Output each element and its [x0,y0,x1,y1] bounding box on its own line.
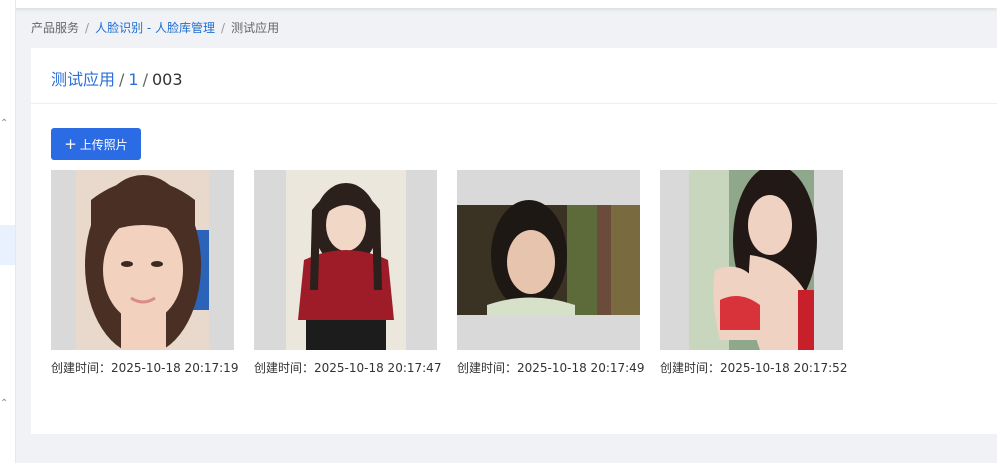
breadcrumb-root: 产品服务 [31,21,80,35]
chevron-up-icon[interactable]: ⌃ [0,398,8,409]
portrait-photo-icon [286,170,406,350]
plus-icon: + [64,134,77,153]
photo-created-time: 创建时间：2025-10-18 20:17:52 [660,361,848,375]
chevron-up-icon[interactable]: ⌃ [0,118,8,129]
breadcrumb-separator: / [221,21,226,35]
sidebar: ⌃ ⌃ [0,0,16,463]
photo-created-time: 创建时间：2025-10-18 20:17:47 [254,361,442,375]
title-separator: / [142,70,148,89]
face-photo[interactable] [457,170,640,350]
upload-photo-label: 上传照片 [79,137,128,152]
title-app-link[interactable]: 测试应用 [51,70,115,89]
landscape-photo-icon [457,200,640,315]
breadcrumb-current: 测试应用 [231,21,280,35]
breadcrumb-face-library[interactable]: 人脸识别 - 人脸库管理 [95,21,215,35]
photo-created-time: 创建时间：2025-10-18 20:17:19 [51,361,239,375]
card-header: 测试应用/1/003 [31,48,997,104]
face-photo[interactable] [51,170,234,350]
photo-created-time: 创建时间：2025-10-18 20:17:49 [457,361,645,375]
portrait-photo-icon [76,170,209,350]
content-card: 测试应用/1/003 + 上传照片 创建时间：2025-10-18 20:17:… [31,48,997,434]
face-photo[interactable] [660,170,843,350]
breadcrumb-separator: / [85,21,90,35]
top-bar [0,0,997,8]
portrait-photo-icon [689,170,817,350]
title-person: 003 [151,70,183,89]
sidebar-selected-item[interactable] [0,225,15,265]
title-group-link[interactable]: 1 [128,70,138,89]
upload-photo-button[interactable]: + 上传照片 [51,128,141,160]
face-photo[interactable] [254,170,437,350]
title-separator: / [119,70,125,89]
page-title: 测试应用/1/003 [51,66,183,90]
breadcrumb: 产品服务 / 人脸识别 - 人脸库管理 / 测试应用 [31,19,279,36]
